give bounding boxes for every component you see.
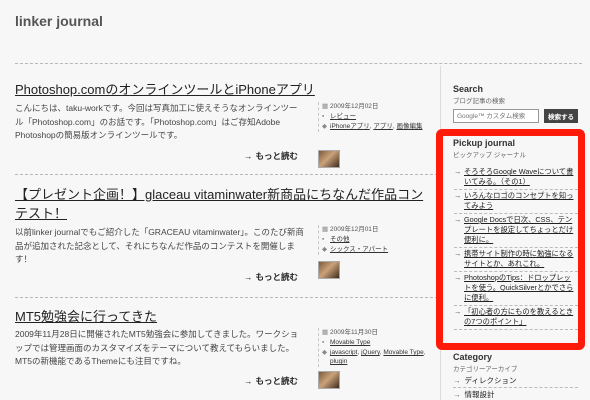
author-avatar[interactable] xyxy=(318,261,340,279)
search-input[interactable] xyxy=(453,109,539,123)
tag-icon: ◆ xyxy=(322,349,327,356)
arrow-icon: → xyxy=(454,191,462,200)
category-subheading: カテゴリーアーカイブ xyxy=(453,366,518,373)
post-tag-link[interactable]: 画像編集 xyxy=(397,123,423,130)
post-tag-link[interactable]: javascript xyxy=(330,349,357,356)
author-avatar[interactable] xyxy=(318,371,340,389)
post-meta: ▦ 2009年12月01日 ▪ その他 ◆ シックス・アパート xyxy=(318,225,438,255)
post-tag-link[interactable]: jQuery xyxy=(361,349,380,356)
post-tag-link[interactable]: plugin xyxy=(330,358,347,365)
folder-icon: ▪ xyxy=(322,236,325,243)
pickup-link[interactable]: 「初心者の方にものを教えるときの7つのポイント」 xyxy=(464,307,578,327)
arrow-icon: → xyxy=(454,249,462,258)
post-tag-link[interactable]: iPhoneアプリ xyxy=(330,123,370,130)
category-label: ディレクション xyxy=(464,376,517,385)
post-category-link[interactable]: レビュー xyxy=(330,112,356,121)
pickup-item: → PhotoshopのTips：ドロップレットを使う。QuickSilverとか… xyxy=(454,272,578,306)
post-date: 2009年12月02日 xyxy=(330,103,379,110)
site-title[interactable]: linker journal xyxy=(15,13,103,29)
calendar-icon: ▦ xyxy=(322,329,329,336)
author-avatar[interactable] xyxy=(318,150,340,168)
category-heading: Category xyxy=(453,352,493,362)
arrow-icon: → xyxy=(453,390,461,399)
read-more-label: もっと読む xyxy=(255,272,298,282)
pickup-header: Pickup journal ピックアップ ジャーナル xyxy=(453,138,583,159)
read-more-label: もっと読む xyxy=(255,151,298,161)
search-button[interactable]: 検索する xyxy=(544,109,578,123)
arrow-icon: → xyxy=(454,307,462,316)
folder-icon: ▪ xyxy=(322,113,325,120)
pickup-item: → 携帯サイト制作の時に勉強になるサイトとか、あれこれ。 xyxy=(454,248,578,272)
post-meta: ▦ 2009年11月30日 ▪ Movable Type ◆ javascript, … xyxy=(318,328,438,367)
search-subheading: ブログ記事の検索 xyxy=(453,98,505,105)
post-tag-link[interactable]: Movable Type xyxy=(383,349,423,356)
read-more-label: もっと読む xyxy=(255,376,298,386)
arrow-icon: → xyxy=(453,376,461,385)
post-date: 2009年12月01日 xyxy=(330,226,379,233)
read-more-link[interactable]: → もっと読む xyxy=(244,271,298,283)
pickup-item: → そろそろGoogle Waveについて書いてみる。（その1） xyxy=(454,166,578,190)
category-header: Category カテゴリーアーカイブ xyxy=(453,352,583,373)
post-excerpt: 以前linker journalでもご紹介した「GRACEAU vitaminw… xyxy=(15,227,305,264)
calendar-icon: ▦ xyxy=(322,103,329,110)
post-tag-link[interactable]: シックス・アパート xyxy=(330,245,388,254)
pickup-item: → Google Docsで日次、CSS、テンプレートを設定してちょっとだけ便利に… xyxy=(454,214,578,248)
post-date: 2009年11月30日 xyxy=(330,329,378,336)
post-tag-link[interactable]: アプリ xyxy=(373,123,393,130)
pickup-item: → いろんなロゴのコンセプトを知ってみよう xyxy=(454,190,578,214)
post-title[interactable]: MT5勉強会に行ってきた xyxy=(15,307,435,326)
pickup-heading: Pickup journal xyxy=(453,138,516,148)
pickup-link[interactable]: Google Docsで日次、CSS、テンプレートを設定してちょっとだけ便利に。 xyxy=(464,215,578,245)
pickup-link[interactable]: 携帯サイト制作の時に勉強になるサイトとか、あれこれ。 xyxy=(464,249,578,269)
pickup-link[interactable]: PhotoshopのTips：ドロップレットを使う。QuickSilverとかで… xyxy=(464,273,578,303)
post-title[interactable]: 【プレゼント企画！】glaceau vitaminwater新商品にちなんだ作品… xyxy=(15,185,435,223)
category-label: 情報設計 xyxy=(464,390,495,399)
category-item[interactable]: → 情報設計 xyxy=(453,388,578,400)
post-category-link[interactable]: Movable Type xyxy=(330,338,370,347)
pickup-item: → 「初心者の方にものを教えるときの7つのポイント」 xyxy=(454,306,578,330)
read-more-link[interactable]: → もっと読む xyxy=(244,150,298,162)
tag-icon: ◆ xyxy=(322,123,327,130)
arrow-icon: → xyxy=(243,376,253,386)
post-excerpt: 2009年11月28日に開催されたMT5勉強会に参加してきました。ワークショップ… xyxy=(15,329,299,366)
post-category-link[interactable]: その他 xyxy=(330,235,350,244)
header-divider xyxy=(15,63,582,64)
post-divider xyxy=(15,297,438,298)
category-item[interactable]: → ディレクション xyxy=(453,374,578,388)
pickup-link[interactable]: そろそろGoogle Waveについて書いてみる。（その1） xyxy=(464,167,578,187)
tag-icon: ◆ xyxy=(322,246,327,253)
arrow-icon: → xyxy=(243,151,253,161)
arrow-icon: → xyxy=(454,215,462,224)
arrow-icon: → xyxy=(454,167,462,176)
post-meta: ▦ 2009年12月02日 ▪ レビュー ◆ iPhoneアプリ, アプリ, 画像編集 xyxy=(318,102,438,132)
arrow-icon: → xyxy=(454,273,462,282)
arrow-icon: → xyxy=(243,272,253,282)
post-title[interactable]: Photoshop.comのオンラインツールとiPhoneアプリ xyxy=(15,80,435,99)
pickup-list: → そろそろGoogle Waveについて書いてみる。（その1） → いろんなロゴの… xyxy=(454,166,578,330)
pickup-subheading: ピックアップ ジャーナル xyxy=(453,152,526,159)
read-more-link[interactable]: → もっと読む xyxy=(244,375,298,387)
calendar-icon: ▦ xyxy=(322,226,329,233)
folder-icon: ▪ xyxy=(322,339,325,346)
search-section: Search ブログ記事の検索 xyxy=(453,84,583,105)
search-heading: Search xyxy=(453,84,484,94)
post-excerpt: こんにちは、taku-workです。今回は写真加工に使えそうなオンラインツール「… xyxy=(15,103,298,140)
post-divider xyxy=(15,174,438,175)
category-list: → ディレクション → 情報設計 xyxy=(453,374,578,400)
pickup-link[interactable]: いろんなロゴのコンセプトを知ってみよう xyxy=(464,191,578,211)
